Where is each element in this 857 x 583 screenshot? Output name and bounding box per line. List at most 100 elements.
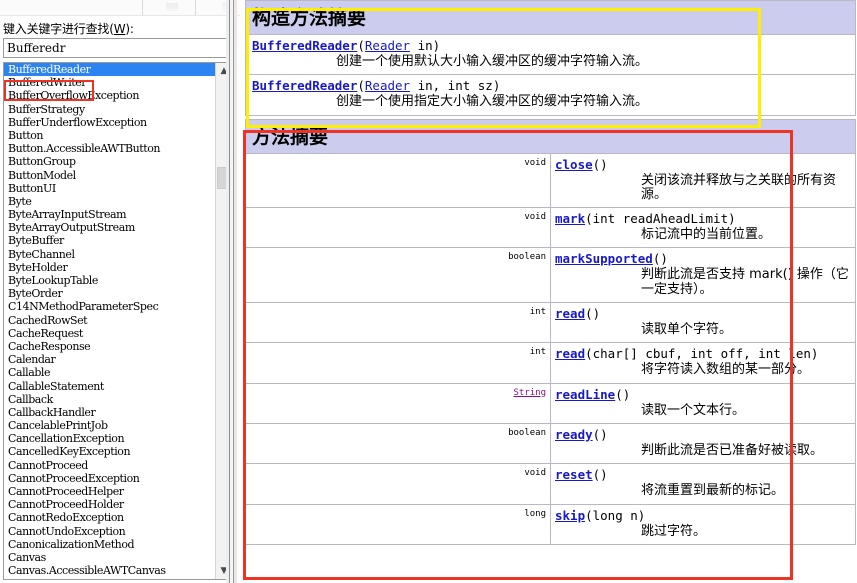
method-signature-cell: markSupported() 判断此流是否支持 mark() 操作（它一定支持）… — [550, 247, 856, 304]
list-item[interactable]: CannotProceedException — [4, 472, 215, 485]
constructor-summary-table: 构造方法摘要 BufferedReader(Reader in) 创建一个使用默认… — [245, 0, 856, 116]
constructor-description: 创建一个使用默认大小输入缓冲区的缓冲字符输入流。 — [336, 54, 649, 69]
method-rows: void close() 关闭该流并释放与之关联的所有资源。 void mark(int… — [245, 152, 856, 545]
method-summary-header-row: 方法摘要 — [245, 118, 856, 154]
method-description: 将字符读入数组的某一部分。 — [641, 362, 811, 378]
constructor-row: BufferedReader(Reader in, int sz) 创建一个使用指… — [245, 74, 856, 116]
list-item[interactable]: CancellationException — [4, 432, 215, 445]
method-link[interactable]: reset — [555, 467, 593, 482]
list-item[interactable]: Button — [4, 129, 215, 142]
method-link[interactable]: close — [555, 157, 593, 172]
list-item[interactable]: CachedRowSet — [4, 314, 215, 327]
list-item[interactable]: Byte — [4, 195, 215, 208]
list-item[interactable]: CallableStatement — [4, 380, 215, 393]
method-signature-cell: skip(long n) 跳过字符。 — [550, 503, 856, 545]
list-item[interactable]: Callable — [4, 366, 215, 379]
list-item[interactable]: CacheRequest — [4, 327, 215, 340]
toolbar-ghost-icon — [166, 3, 178, 11]
constructor-signature-cell: BufferedReader(Reader in) 创建一个使用默认大小输入缓冲区… — [245, 33, 856, 76]
method-description: 读取单个字符。 — [641, 322, 733, 338]
list-item[interactable]: ButtonUI — [4, 182, 215, 195]
list-item[interactable]: BufferedReader — [4, 63, 215, 77]
list-item[interactable]: ByteBuffer — [4, 234, 215, 247]
method-signature-cell: ready() 判断此流是否已准备好被读取。 — [550, 422, 856, 465]
index-list-container: BufferedReader BufferedWriter BufferOverfl… — [3, 62, 232, 580]
method-return-type: boolean — [245, 422, 551, 465]
method-link[interactable]: mark — [555, 211, 585, 226]
method-description: 判断此流是否支持 mark() 操作（它一定支持）。 — [641, 267, 849, 297]
search-input[interactable] — [3, 38, 232, 58]
method-signature-cell: readLine() 读取一个文本行。 — [550, 382, 856, 424]
list-item[interactable]: CancelledKeyException — [4, 445, 215, 458]
list-item[interactable]: BufferedWriter — [4, 76, 215, 89]
method-link[interactable]: ready — [555, 427, 593, 442]
method-row: int read() 读取单个字符。 — [245, 302, 856, 344]
list-item[interactable]: Callback — [4, 393, 215, 406]
list-item[interactable]: ByteHolder — [4, 261, 215, 274]
list-item[interactable]: BufferUnderflowException — [4, 116, 215, 129]
list-item[interactable]: ButtonModel — [4, 169, 215, 182]
method-row: String readLine() 读取一个文本行。 — [245, 382, 856, 424]
method-return-type: long — [245, 503, 551, 545]
method-return-type: void — [245, 152, 551, 209]
param-type-link[interactable]: Reader — [365, 38, 410, 53]
method-description: 将流重置到最新的标记。 — [641, 483, 785, 499]
method-link[interactable]: skip — [555, 508, 585, 523]
list-item[interactable]: ByteLookupTable — [4, 274, 215, 287]
list-item[interactable]: Button.AccessibleAWTButton — [4, 142, 215, 155]
toolbar-strip — [0, 0, 240, 16]
method-row: boolean markSupported() 判断此流是否支持 mark() 操作… — [245, 247, 856, 304]
javadoc-content: 构造方法摘要 BufferedReader(Reader in) 创建一个使用默认… — [240, 0, 857, 583]
list-item[interactable]: CanonicalizationMethod — [4, 538, 215, 551]
list-item[interactable]: CannotProceedHolder — [4, 498, 215, 511]
method-link[interactable]: readLine — [555, 387, 615, 402]
method-link[interactable]: read — [555, 346, 585, 361]
list-item[interactable]: CannotProceed — [4, 459, 215, 472]
list-item[interactable]: ByteOrder — [4, 287, 215, 300]
constructor-summary-header-row: 构造方法摘要 — [245, 0, 856, 35]
method-row: void mark(int readAheadLimit) 标记流中的当前位置。 — [245, 207, 856, 249]
method-link[interactable]: read — [555, 306, 585, 321]
index-list[interactable]: BufferedReader BufferedWriter BufferOverfl… — [4, 63, 215, 579]
list-item[interactable]: CannotRedoException — [4, 511, 215, 524]
method-return-type: String — [245, 382, 551, 424]
method-signature-cell: read() 读取单个字符。 — [550, 302, 856, 344]
splitter-line-5 — [234, 0, 237, 583]
method-description: 标记流中的当前位置。 — [641, 227, 772, 243]
search-label-accesskey: W — [113, 22, 126, 36]
method-description: 判断此流是否已准备好被读取。 — [641, 442, 824, 458]
list-item[interactable]: Calendar — [4, 353, 215, 366]
list-item[interactable]: ByteArrayInputStream — [4, 208, 215, 221]
method-return-type: void — [245, 463, 551, 505]
method-signature-cell: read(char[] cbuf, int off, int len) 将字符读入… — [550, 342, 856, 384]
method-link[interactable]: markSupported — [555, 251, 653, 266]
method-return-type: int — [245, 302, 551, 344]
method-row: boolean ready() 判断此流是否已准备好被读取。 — [245, 422, 856, 465]
list-item[interactable]: CallbackHandler — [4, 406, 215, 419]
list-item[interactable]: CannotProceedHelper — [4, 485, 215, 498]
list-item[interactable]: Canvas.AccessibleAWTCanvas — [4, 564, 215, 577]
constructor-link[interactable]: BufferedReader — [252, 38, 357, 53]
list-item[interactable]: ByteChannel — [4, 248, 215, 261]
constructor-summary-title: 构造方法摘要 — [245, 0, 856, 35]
constructor-description: 创建一个使用指定大小输入缓冲区的缓冲字符输入流。 — [336, 94, 649, 110]
list-item[interactable]: BufferOverflowException — [4, 89, 215, 102]
constructor-row: BufferedReader(Reader in) 创建一个使用默认大小输入缓冲区… — [245, 33, 856, 76]
list-item[interactable]: BufferStrategy — [4, 103, 215, 116]
method-signature-cell: reset() 将流重置到最新的标记。 — [550, 463, 856, 505]
constructor-link[interactable]: BufferedReader — [252, 78, 357, 93]
method-return-type: boolean — [245, 247, 551, 304]
list-item[interactable]: C14NMethodParameterSpec — [4, 300, 215, 313]
constructor-signature-cell: BufferedReader(Reader in, int sz) 创建一个使用指… — [245, 74, 856, 116]
param-type-link[interactable]: Reader — [365, 78, 410, 93]
list-item[interactable]: CancelablePrintJob — [4, 419, 215, 432]
list-item[interactable]: CacheResponse — [4, 340, 215, 353]
list-item[interactable]: ButtonGroup — [4, 155, 215, 168]
list-item[interactable]: ByteArrayOutputStream — [4, 221, 215, 234]
list-item[interactable]: CannotUndoException — [4, 525, 215, 538]
method-description: 关闭该流并释放与之关联的所有资源。 — [641, 172, 837, 202]
method-description: 跳过字符。 — [641, 523, 707, 539]
list-item[interactable]: Canvas — [4, 551, 215, 564]
panel-splitter[interactable] — [226, 0, 240, 583]
method-signature-cell: close() 关闭该流并释放与之关联的所有资源。 — [550, 152, 856, 209]
